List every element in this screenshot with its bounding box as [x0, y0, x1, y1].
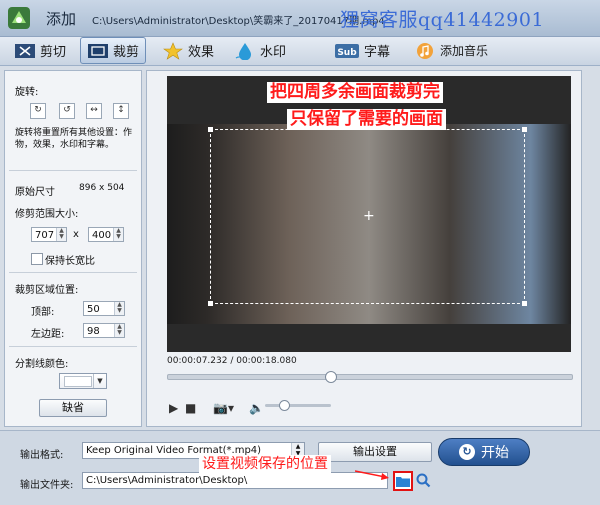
convert-arrow-icon: ↻	[459, 444, 475, 460]
video-preview: + 把四周多余画面裁剪完 只保留了需要的画面	[167, 76, 571, 352]
rotate-clockwise-icon[interactable]: ↻	[30, 103, 46, 119]
tab-cut[interactable]: 剪切	[14, 38, 66, 63]
left-offset-stepper[interactable]: 98 ▲ ▼	[83, 323, 125, 338]
crop-icon	[88, 43, 108, 58]
crosshair-icon: +	[363, 208, 375, 224]
scissors-icon	[15, 43, 35, 58]
left-offset-value: 98	[87, 326, 100, 337]
video-preview-panel: + 把四周多余画面裁剪完 只保留了需要的画面 00:00:07.232 / 00…	[146, 70, 582, 427]
crop-handle[interactable]	[208, 127, 213, 132]
top-label: 顶部:	[31, 307, 55, 318]
rotate-note: 旋转将重置所有其他设置：作物，效果，水印和字幕。	[15, 128, 133, 150]
start-button[interactable]: ↻ 开始	[438, 438, 530, 466]
crop-width-value: 707	[35, 230, 55, 241]
volume-slider[interactable]	[265, 400, 331, 411]
subtitle-sub-icon: Sub	[335, 43, 359, 58]
rotate-counterclockwise-icon[interactable]: ↺	[59, 103, 75, 119]
flip-vertical-icon[interactable]: ↕	[113, 103, 129, 119]
tab-crop[interactable]: 裁剪	[80, 37, 147, 64]
support-watermark: 狸窝客服qq41442901	[340, 9, 545, 31]
app-logo-icon	[8, 7, 30, 29]
divider	[9, 170, 137, 171]
tab-crop-label: 裁剪	[113, 45, 140, 60]
crop-size-label: 修剪范围大小:	[15, 209, 79, 220]
annotation-line-2: 只保留了需要的画面	[287, 109, 446, 130]
volume-thumb[interactable]	[279, 400, 290, 411]
stepper-arrows-icon[interactable]: ▲ ▼	[56, 228, 66, 241]
time-display: 00:00:07.232 / 00:00:18.080	[167, 356, 297, 366]
tab-watermark-label: 水印	[260, 45, 287, 60]
original-size-value: 896 x 504	[79, 183, 125, 193]
crop-width-stepper[interactable]: 707 ▲ ▼	[31, 227, 67, 242]
svg-text:Sub: Sub	[337, 48, 357, 58]
crop-size-x: x	[73, 229, 79, 240]
tab-bar: 剪切 裁剪 效果 水印 Sub 字幕 添加音乐	[0, 37, 600, 66]
output-folder-value: C:\Users\Administrator\Desktop\	[86, 475, 248, 486]
tab-subtitle-label: 字幕	[364, 45, 391, 60]
stop-icon[interactable]: ■	[185, 401, 196, 415]
output-folder-label: 输出文件夹:	[20, 480, 74, 491]
start-label: 开始	[481, 445, 509, 461]
effects-star-icon	[163, 41, 183, 60]
open-folder-search-icon[interactable]	[415, 472, 431, 488]
crop-height-value: 400	[92, 230, 112, 241]
crop-height-stepper[interactable]: 400 ▲ ▼	[88, 227, 124, 242]
keep-ratio-label: 保持长宽比	[45, 256, 95, 267]
stepper-arrows-icon[interactable]: ▲ ▼	[113, 228, 123, 241]
music-note-icon	[417, 42, 433, 59]
chevron-down-icon[interactable]: ▼	[93, 374, 106, 388]
tab-effects[interactable]: 效果	[162, 38, 214, 63]
seek-bar[interactable]	[167, 371, 573, 383]
seek-thumb[interactable]	[325, 371, 337, 383]
annotation-arrow-icon	[355, 470, 389, 480]
stepper-arrows-icon[interactable]: ▲ ▼	[114, 302, 124, 315]
divider-color-picker[interactable]: ▼	[59, 373, 107, 389]
top-offset-stepper[interactable]: 50 ▲ ▼	[83, 301, 125, 316]
crop-handle[interactable]	[522, 301, 527, 306]
tab-add-music-label: 添加音乐	[440, 44, 489, 58]
crop-position-label: 裁剪区域位置:	[15, 285, 79, 296]
divider	[9, 346, 137, 347]
crop-settings-panel: 旋转: ↻ ↺ ↔ ↕ 旋转将重置所有其他设置：作物，效果，水印和字幕。 原始尺…	[4, 70, 142, 427]
default-button[interactable]: 缺省	[39, 399, 107, 417]
color-swatch	[64, 376, 92, 387]
flip-horizontal-icon[interactable]: ↔	[86, 103, 102, 119]
output-format-label: 输出格式:	[20, 450, 64, 461]
top-offset-value: 50	[87, 304, 100, 315]
stepper-arrows-icon[interactable]: ▲ ▼	[114, 324, 124, 337]
crop-handle[interactable]	[208, 301, 213, 306]
snapshot-camera-icon[interactable]: 📷▾	[213, 401, 234, 415]
title-bar: 添加 C:\Users\Administrator\Desktop\笑霸来了_2…	[0, 0, 600, 37]
watermark-drop-icon	[235, 42, 251, 60]
play-icon[interactable]: ▶	[169, 401, 178, 415]
original-size-label: 原始尺寸	[15, 187, 55, 198]
output-folder-field[interactable]: C:\Users\Administrator\Desktop\	[82, 472, 388, 489]
window-title: 添加	[46, 10, 77, 28]
tab-subtitle[interactable]: Sub 字幕	[334, 38, 390, 63]
crop-handle[interactable]	[522, 127, 527, 132]
keep-ratio-checkbox[interactable]	[31, 253, 43, 265]
output-settings-button[interactable]: 输出设置	[318, 442, 432, 462]
left-margin-label: 左边距:	[31, 329, 65, 340]
divider	[9, 272, 137, 273]
tab-watermark[interactable]: 水印	[234, 38, 286, 63]
crop-rectangle[interactable]: +	[208, 127, 527, 306]
divider-color-label: 分割线颜色:	[15, 359, 69, 370]
tab-effects-label: 效果	[188, 45, 215, 60]
tab-cut-label: 剪切	[40, 45, 67, 60]
annotation-line-1: 把四周多余画面裁剪完	[267, 82, 443, 103]
tab-add-music[interactable]: 添加音乐	[414, 38, 488, 63]
browse-folder-button[interactable]	[393, 471, 413, 491]
folder-annotation: 设置视频保存的位置	[199, 455, 331, 473]
folder-icon	[396, 477, 410, 487]
rotate-label: 旋转:	[15, 87, 39, 98]
volume-icon[interactable]: 🔈	[249, 401, 264, 415]
